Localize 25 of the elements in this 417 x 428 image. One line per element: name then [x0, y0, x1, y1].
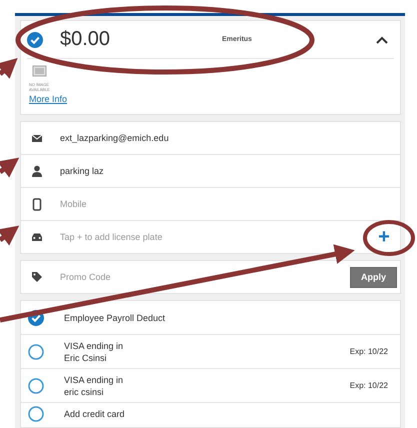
- cardholder-name: Eric Csinsi: [64, 352, 108, 364]
- mobile-field[interactable]: Mobile: [60, 199, 390, 209]
- car-field[interactable]: Tap + to add license plate: [60, 232, 376, 242]
- tag-icon: [31, 271, 43, 283]
- expiry-text: Exp: 10/22: [350, 381, 388, 390]
- price-text: $0.00: [60, 28, 112, 51]
- email-field[interactable]: ext_lazparking@emich.edu: [60, 133, 390, 143]
- more-info-link[interactable]: More Info: [29, 94, 68, 104]
- image-placeholder-icon: [32, 64, 48, 78]
- promo-code-field[interactable]: Promo Code: [60, 272, 350, 282]
- phone-icon: [31, 198, 43, 210]
- add-button[interactable]: +: [376, 228, 392, 246]
- annotation-arrow: [0, 58, 18, 79]
- expiry-text: Exp: 10/22: [350, 347, 388, 356]
- payment-method-text: Employee Payroll Deduct: [64, 312, 166, 324]
- car-icon: [31, 230, 43, 244]
- payment-method-text: VISA ending in: [64, 374, 124, 386]
- cardholder-name: eric csinsi: [64, 386, 105, 398]
- annotation-arrow: [0, 158, 20, 178]
- apply-button[interactable]: Apply: [350, 266, 397, 288]
- person-icon: [31, 164, 43, 178]
- payment-method-text: VISA ending in: [64, 340, 124, 352]
- annotation-ellipse: [363, 220, 415, 256]
- person-field[interactable]: parking laz: [60, 166, 390, 176]
- payment-method-text: Add credit card: [64, 408, 126, 420]
